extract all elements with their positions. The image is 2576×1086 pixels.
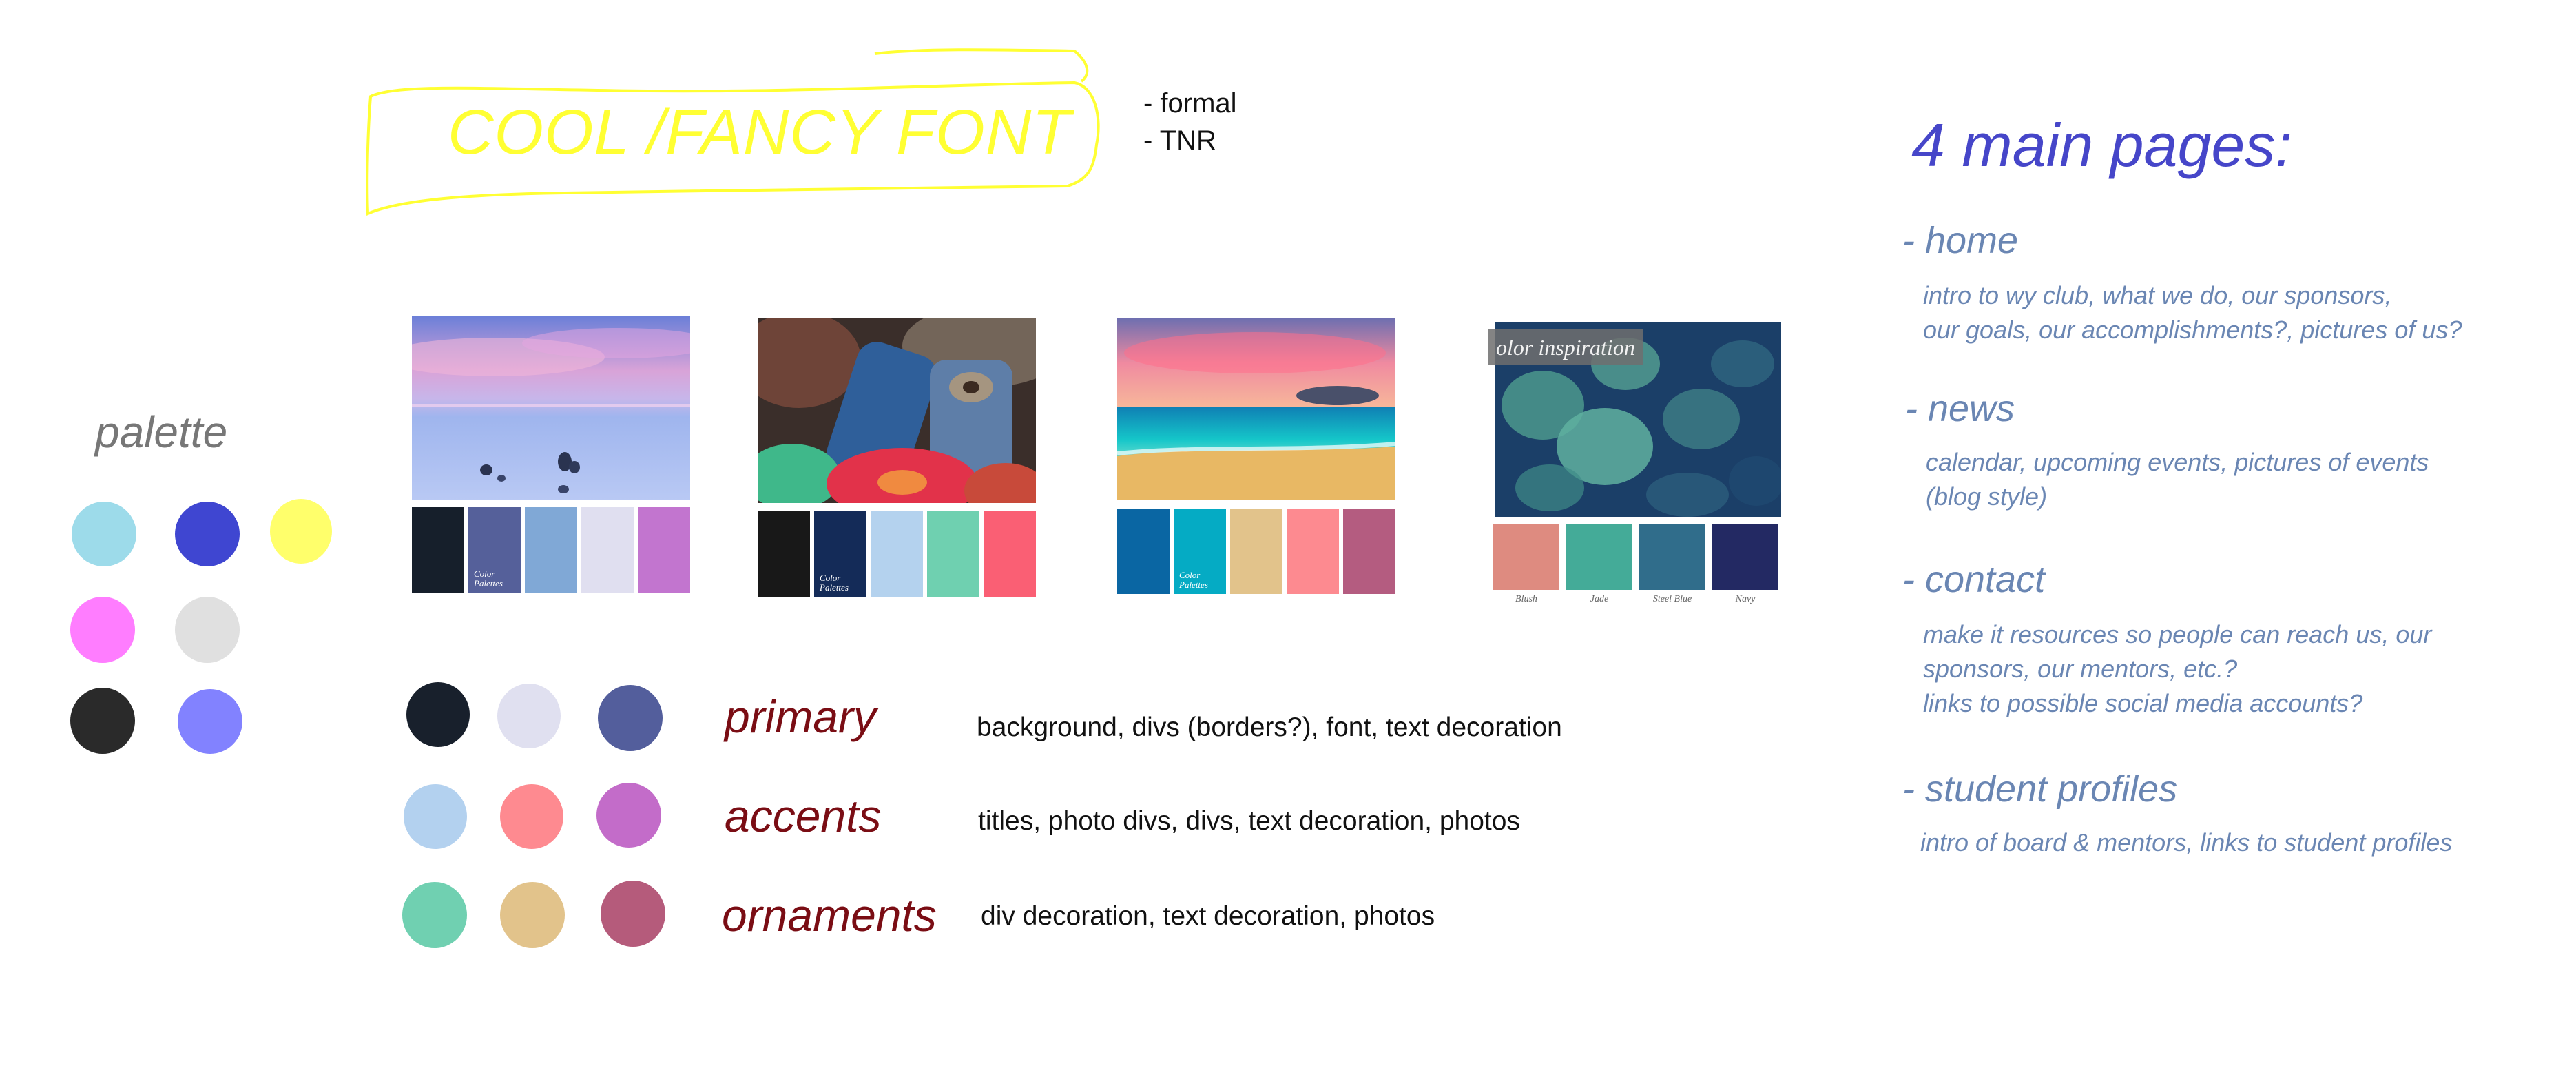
page-heading-contact: - contact (1902, 559, 2046, 600)
page-desc-news-line-1: calendar, upcoming events, pictures of e… (1926, 448, 2429, 476)
category-primary-label: primary (725, 691, 877, 742)
category-accents-description: titles, photo divs, divs, text decoratio… (978, 806, 1520, 836)
primary-color-circle (497, 684, 561, 748)
page-desc-student-profiles-line-1: intro of board & mentors, links to stude… (1920, 828, 2453, 857)
palette-circle-pink (70, 597, 135, 663)
palette-circle-blue (175, 502, 240, 566)
swatch-label-navy: Navy (1735, 594, 1756, 604)
color-inspiration-badge: olor inspiration (1488, 329, 1643, 365)
swatch: Color Palettes (468, 507, 521, 593)
swatch (1287, 509, 1339, 594)
page-desc-contact-line-3: links to possible social media accounts? (1923, 689, 2363, 717)
category-ornaments-description: div decoration, text decoration, photos (981, 901, 1435, 931)
inspiration-photo-beach-sunset (1117, 318, 1395, 500)
swatch-strip-3: Color Palettes (1117, 509, 1395, 594)
swatch-label-blush: Blush (1515, 594, 1537, 604)
page-heading-home: - home (1902, 220, 2019, 261)
font-note-tnr: - TNR (1143, 125, 1216, 156)
page-desc-contact-line-1: make it resources so people can reach us… (1923, 620, 2432, 648)
palette-circle-periwinkle (178, 689, 242, 754)
swatch (1117, 509, 1170, 594)
swatch-caption: Color Palettes (820, 573, 849, 593)
swatch-strip-2: Color Palettes (758, 511, 1036, 597)
page-desc-home-line-2: our goals, our accomplishments?, picture… (1923, 316, 2462, 344)
page-desc-news-line-2: (blog style) (1926, 482, 2048, 511)
ornament-color-circle (402, 882, 467, 948)
palette-circle-black (70, 688, 135, 754)
swatch: Color Palettes (1174, 509, 1226, 594)
primary-color-circle (406, 682, 470, 747)
ornament-color-circle (500, 882, 565, 948)
category-accents-label: accents (725, 790, 882, 841)
thread-spools-illustration (758, 318, 1036, 503)
accent-color-circle (500, 784, 563, 849)
swatch-blush (1493, 524, 1559, 590)
ornament-color-circle (601, 881, 665, 947)
swatch (1230, 509, 1282, 594)
swatch-label-jade: Jade (1590, 594, 1609, 604)
page-heading-news: - news (1905, 388, 2015, 429)
page-heading-student-profiles: - student profiles (1902, 768, 2178, 810)
swatch (525, 507, 577, 593)
page-desc-home-line-1: intro to wy club, what we do, our sponso… (1923, 281, 2392, 309)
primary-color-circle (598, 685, 663, 751)
swatch-navy (1712, 524, 1778, 590)
font-note-formal: - formal (1143, 88, 1237, 119)
inspiration-photo-calm-sea (412, 316, 690, 500)
palette-label: palette (95, 407, 228, 457)
swatch-caption: Color Palettes (1179, 570, 1208, 590)
swatch-jade (1566, 524, 1632, 590)
palette-circle-light-blue (72, 502, 136, 566)
accent-color-circle (404, 784, 467, 849)
beach-sunset-illustration (1117, 318, 1395, 500)
swatch (638, 507, 690, 593)
category-ornaments-label: ornaments (722, 890, 937, 941)
swatch-strip-4 (1493, 524, 1778, 590)
main-pages-title: 4 main pages: (1911, 111, 2292, 179)
swatch (412, 507, 464, 593)
page-desc-contact-line-2: sponsors, our mentors, etc.? (1923, 655, 2238, 683)
swatch-caption: Color Palettes (474, 568, 503, 588)
swatch (758, 511, 810, 597)
calm-sea-illustration (412, 316, 690, 500)
swatch-label-steel-blue: Steel Blue (1652, 594, 1692, 604)
swatch (871, 511, 923, 597)
swatch (927, 511, 979, 597)
swatch (1343, 509, 1395, 594)
swatch (984, 511, 1036, 597)
swatch-strip-1: Color Palettes (412, 507, 690, 593)
font-title: COOL /FANCY FONT (448, 97, 1072, 167)
swatch-steel-blue (1639, 524, 1705, 590)
inspiration-photo-thread-spools (758, 318, 1036, 503)
accent-color-circle (596, 783, 661, 848)
category-primary-description: background, divs (borders?), font, text … (977, 713, 1562, 742)
palette-circle-yellow (270, 499, 332, 564)
swatch (581, 507, 634, 593)
palette-circle-grey (175, 597, 240, 663)
swatch: Color Palettes (814, 511, 866, 597)
